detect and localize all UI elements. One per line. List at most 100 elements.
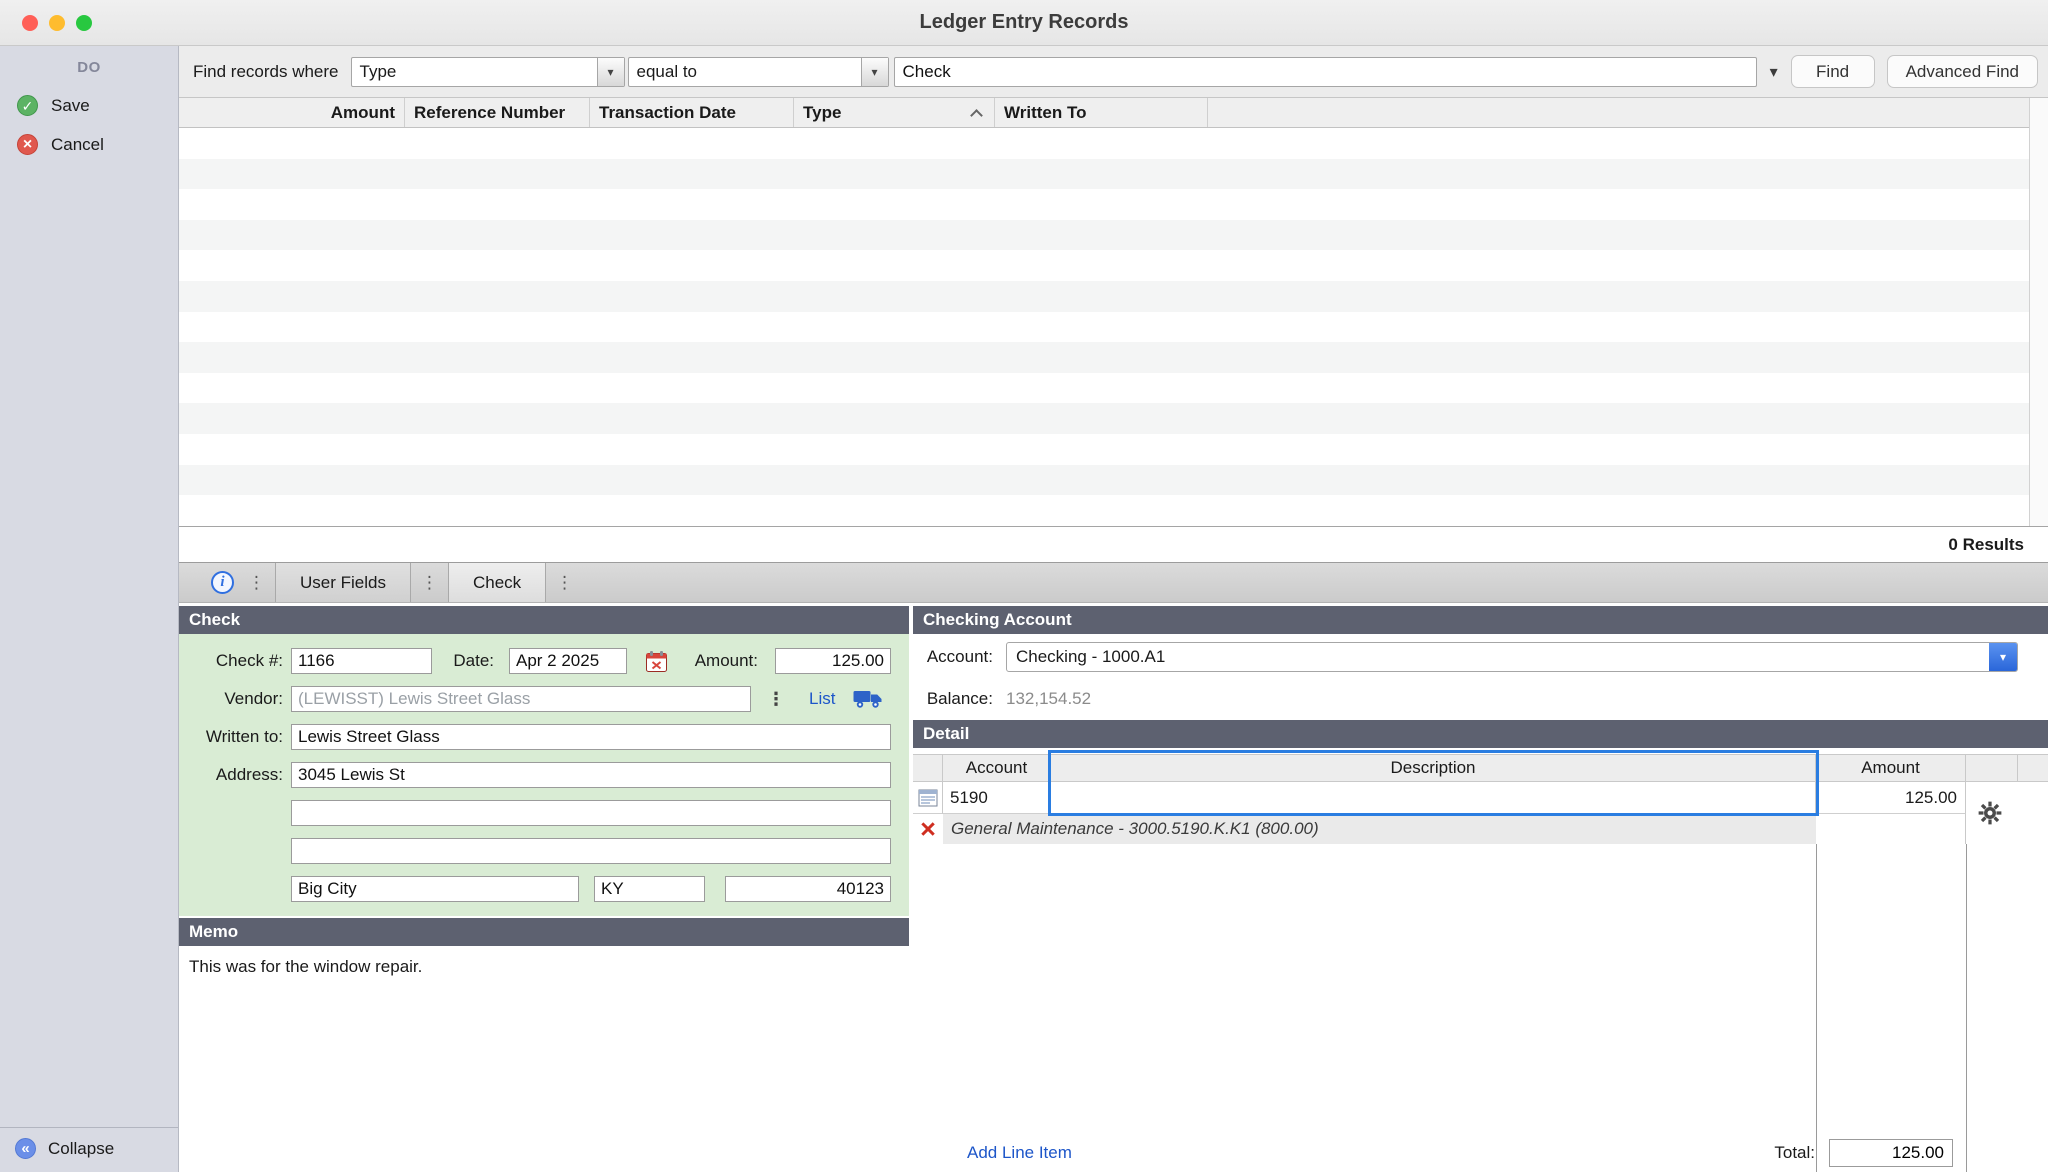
cancel-x-icon: ×	[17, 134, 38, 155]
zoom-window-button[interactable]	[76, 15, 92, 31]
vertical-dots-icon: ⋮	[546, 563, 583, 602]
collapse-button[interactable]: « Collapse	[0, 1127, 178, 1172]
detail-header-gear-col	[1966, 755, 2018, 781]
table-row[interactable]	[179, 250, 2048, 281]
detail-column-description: Description	[1051, 755, 1816, 781]
date-field[interactable]	[509, 648, 627, 674]
save-button-label: Save	[51, 96, 90, 116]
minimize-window-button[interactable]	[49, 15, 65, 31]
table-row[interactable]	[179, 220, 2048, 251]
line-item-account-field[interactable]: 5190	[943, 782, 1051, 814]
save-check-icon: ✓	[17, 95, 38, 116]
close-window-button[interactable]	[22, 15, 38, 31]
find-records-where-label: Find records where	[193, 62, 339, 82]
calendar-icon[interactable]	[645, 650, 668, 673]
address-line2-field[interactable]	[291, 800, 891, 826]
detail-footer: Add Line Item Total:	[913, 1134, 2048, 1172]
advanced-find-button[interactable]: Advanced Find	[1887, 55, 2038, 88]
check-number-field[interactable]	[291, 648, 432, 674]
tab-check[interactable]: Check	[448, 563, 546, 602]
memo-section-header: Memo	[179, 918, 909, 946]
truck-icon[interactable]	[853, 689, 883, 709]
spreadsheet-icon	[918, 789, 938, 807]
line-item-amount-field[interactable]: 125.00	[1816, 782, 1966, 814]
table-row[interactable]	[179, 495, 2048, 526]
table-row[interactable]	[179, 189, 2048, 220]
find-bar: Find records where Type ▾ equal to ▾ ▾ F…	[179, 46, 2048, 98]
sort-ascending-icon	[970, 109, 983, 122]
line-item-detail-icon-cell[interactable]	[913, 782, 943, 814]
info-badge[interactable]: i	[179, 563, 238, 602]
memo-field[interactable]: This was for the window repair.	[179, 946, 909, 1172]
city-field[interactable]	[291, 876, 579, 902]
hint-row-amount-cell	[1816, 814, 1966, 844]
table-row[interactable]	[179, 281, 2048, 312]
detail-table-header: Account Description Amount	[913, 754, 2048, 782]
check-panel: Check Check #: Date:	[179, 606, 909, 1172]
account-hint-text: General Maintenance - 3000.5190.K.K1 (80…	[943, 814, 1816, 844]
window-titlebar: Ledger Entry Records	[0, 0, 2048, 46]
detail-section-header: Detail	[913, 720, 2048, 748]
line-item-hint-row: × General Maintenance - 3000.5190.K.K1 (…	[913, 814, 2048, 844]
table-row[interactable]	[179, 373, 2048, 404]
table-row[interactable]	[179, 312, 2048, 343]
results-footer: 0 Results	[179, 526, 2048, 563]
traffic-lights	[0, 15, 92, 31]
check-section-header: Check	[179, 606, 909, 634]
add-line-item-link[interactable]: Add Line Item	[967, 1143, 1072, 1163]
column-header-written-to[interactable]: Written To	[995, 98, 1208, 127]
state-field[interactable]	[594, 876, 705, 902]
save-button[interactable]: ✓ Save	[0, 86, 178, 125]
address-line3-field[interactable]	[291, 838, 891, 864]
table-row[interactable]	[179, 403, 2048, 434]
detail-header-icon-col	[913, 755, 943, 781]
column-divider	[1816, 844, 1817, 1172]
gear-icon[interactable]	[1977, 800, 2003, 826]
find-operator-select[interactable]: equal to ▾	[628, 57, 889, 87]
delete-line-item-icon[interactable]: ×	[920, 816, 936, 843]
column-header-transaction-date[interactable]: Transaction Date	[590, 98, 794, 127]
zip-field[interactable]	[725, 876, 891, 902]
cancel-button-label: Cancel	[51, 135, 104, 155]
table-row[interactable]	[179, 434, 2048, 465]
sidebar: DO ✓ Save × Cancel « Collapse	[0, 46, 179, 1172]
delete-line-item-cell: ×	[913, 814, 943, 844]
vendor-label: Vendor:	[179, 689, 291, 709]
total-label: Total:	[1774, 1143, 1815, 1163]
address-line1-field[interactable]	[291, 762, 891, 788]
tab-user-fields[interactable]: User Fields	[275, 563, 411, 602]
total-field	[1829, 1139, 1953, 1167]
written-to-field[interactable]	[291, 724, 891, 750]
table-row[interactable]	[179, 128, 2048, 159]
table-row[interactable]	[179, 159, 2048, 190]
app-body: DO ✓ Save × Cancel « Collapse Find recor…	[0, 46, 2048, 1172]
column-header-type[interactable]: Type	[794, 98, 995, 127]
column-header-reference-number[interactable]: Reference Number	[405, 98, 590, 127]
vertical-dots-icon: ⋮	[411, 563, 448, 602]
find-operator-select-value: equal to	[629, 58, 861, 86]
account-select[interactable]: Checking - 1000.A1 ▾	[1006, 642, 2018, 672]
chevron-down-icon: ▾	[861, 58, 888, 86]
line-item-description-field[interactable]	[1051, 782, 1816, 814]
cancel-button[interactable]: × Cancel	[0, 125, 178, 164]
check-form: Check #: Date:	[179, 634, 909, 916]
table-row[interactable]	[179, 465, 2048, 496]
vendor-list-link[interactable]: List	[809, 689, 835, 709]
table-row[interactable]	[179, 342, 2048, 373]
amount-field[interactable]	[775, 648, 891, 674]
results-scrollbar[interactable]	[2029, 98, 2048, 526]
checking-account-panel: Checking Account Account: Checking - 100…	[913, 606, 2048, 1172]
vendor-field[interactable]	[291, 686, 751, 712]
account-label: Account:	[921, 647, 993, 667]
written-to-label: Written to:	[179, 727, 291, 747]
column-divider	[1966, 844, 1967, 1172]
find-value-input[interactable]	[894, 57, 1757, 87]
column-header-amount[interactable]: Amount	[179, 98, 405, 127]
find-button[interactable]: Find	[1791, 55, 1875, 88]
results-count: 0 Results	[1948, 535, 2024, 555]
tab-check-label: Check	[473, 573, 521, 593]
saved-finds-dropdown-icon[interactable]: ▾	[1770, 62, 1778, 82]
detail-column-amount: Amount	[1816, 755, 1966, 781]
find-field-select[interactable]: Type ▾	[351, 57, 625, 87]
collapse-chevrons-icon: «	[15, 1138, 36, 1159]
